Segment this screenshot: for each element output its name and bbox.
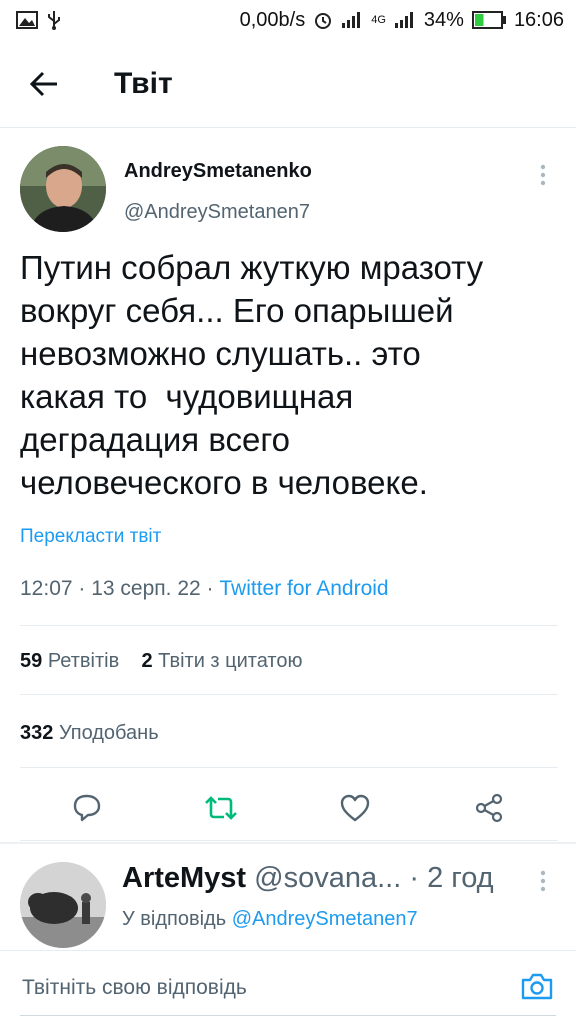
retweets-label: Ретвітів (47, 650, 120, 672)
header: Твіт (0, 40, 576, 128)
divider (20, 840, 558, 841)
tweet-meta: 12:07 · 13 серп. 22 · Twitter for Androi… (20, 577, 389, 601)
reply-author-handle[interactable]: @sovana... (254, 862, 401, 894)
likes-stats[interactable]: 332 Уподобань (20, 722, 159, 745)
gallery-icon (16, 11, 38, 29)
status-bar: 0,00b/s 4G 34% 16:06 (0, 0, 576, 40)
more-vertical-icon (540, 164, 546, 186)
more-options-button[interactable] (530, 160, 556, 190)
more-vertical-icon (540, 870, 546, 892)
separator-dot: · (78, 577, 92, 600)
reply-avatar-photo (20, 862, 106, 948)
clock: 16:06 (513, 8, 564, 31)
heart-icon (340, 794, 370, 822)
author-handle[interactable]: @AndreySmetanen7 (124, 201, 310, 224)
reply-more-button[interactable] (530, 866, 556, 896)
reply-icon (73, 794, 101, 822)
like-button[interactable] (331, 784, 379, 832)
reply-author-name[interactable]: ArteMyst (122, 862, 246, 894)
share-icon (475, 793, 503, 823)
divider (20, 767, 558, 768)
status-bar-right: 0,00b/s 4G 34% 16:06 (240, 9, 564, 32)
reply-input[interactable] (20, 967, 494, 1009)
likes-label: Уподобань (58, 722, 159, 744)
reply-avatar[interactable] (20, 862, 106, 948)
quotes-count: 2 (141, 650, 153, 672)
back-button[interactable] (18, 58, 70, 110)
divider (20, 694, 558, 695)
avatar-photo (20, 146, 106, 232)
battery-percent: 34% (423, 8, 464, 31)
author-name[interactable]: AndreySmetanenko (124, 160, 312, 183)
status-bar-left (16, 9, 62, 31)
quotes-label: Твіти з цитатою (158, 650, 303, 672)
tweet-date: 13 серп. 22 (91, 577, 201, 600)
reply-separator: · (409, 862, 428, 894)
divider (20, 625, 558, 626)
retweet-stats: 59 Ретвітів 2 Твіти з цитатою (20, 650, 302, 673)
tweet-actions (0, 776, 576, 840)
separator-dot: · (206, 577, 220, 600)
share-button[interactable] (465, 784, 513, 832)
composer-underline (20, 1015, 556, 1016)
camera-button[interactable] (518, 967, 556, 1005)
replying-to-mention[interactable]: @AndreySmetanen7 (232, 908, 418, 930)
reply-header: ArteMyst @sovana... · 2 год (122, 862, 494, 895)
camera-icon (521, 973, 553, 1000)
network-type: 4G (371, 14, 386, 26)
page-title: Твіт (114, 66, 173, 100)
tweet-text: Путин собрал жуткую мразоту вокруг себя.… (20, 249, 484, 501)
tweet-source-link[interactable]: Twitter for Android (219, 577, 388, 600)
reply-composer (0, 950, 576, 1024)
retweets-link[interactable]: 59 Ретвітів (20, 650, 119, 672)
retweet-icon (205, 796, 237, 820)
likes-count: 332 (20, 722, 54, 744)
replying-to-label: У відповідь (122, 908, 227, 930)
alarm-icon (315, 13, 332, 29)
avatar[interactable] (20, 146, 106, 232)
arrow-left-icon (29, 71, 57, 96)
reply-button[interactable] (63, 784, 111, 832)
quotes-link[interactable]: 2 Твіти з цитатою (141, 650, 302, 672)
reply-tweet[interactable]: ArteMyst @sovana... · 2 год У відповідь … (0, 844, 576, 954)
tweet-time: 12:07 (20, 577, 73, 600)
signal-icon (342, 12, 361, 28)
signal-icon-2 (394, 12, 413, 28)
net-speed: 0,00b/s (239, 8, 306, 31)
replying-to: У відповідь @AndreySmetanen7 (122, 908, 418, 931)
translate-link[interactable]: Перекласти твіт (20, 526, 161, 548)
retweets-count: 59 (20, 650, 43, 672)
reply-time: 2 год (427, 862, 494, 894)
retweet-button[interactable] (197, 784, 245, 832)
battery-icon (471, 11, 506, 29)
usb-icon (48, 11, 60, 30)
